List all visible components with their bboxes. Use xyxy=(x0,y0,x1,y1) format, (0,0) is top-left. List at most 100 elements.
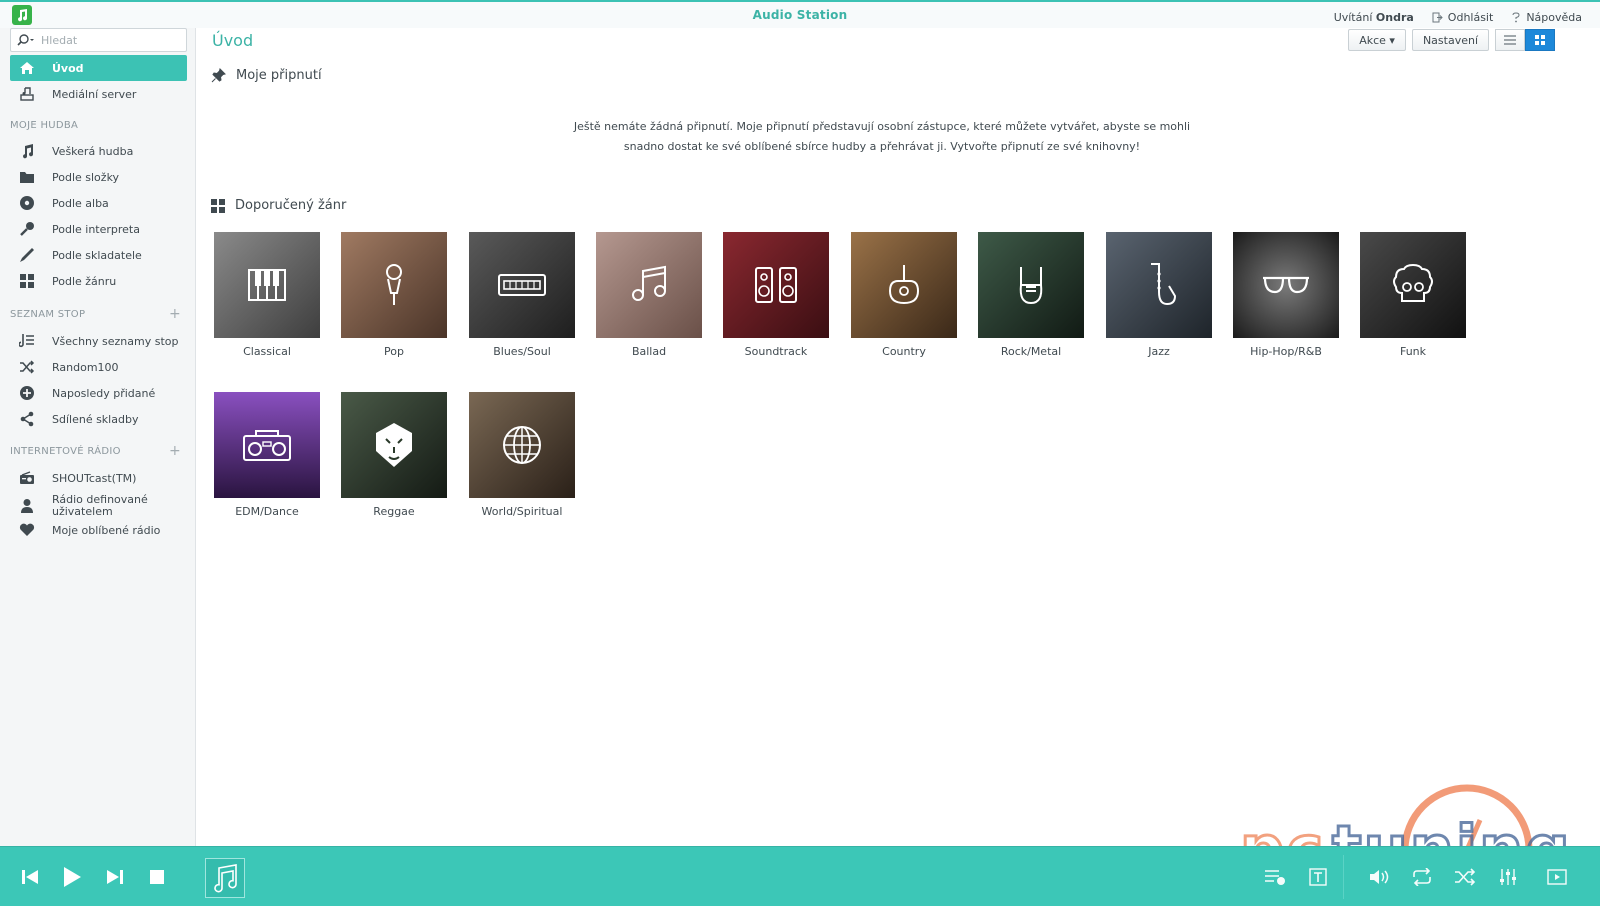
stop-button[interactable] xyxy=(145,865,169,889)
username: Ondra xyxy=(1375,11,1414,24)
sidebar-item-all-music[interactable]: Veškerá hudba xyxy=(10,138,187,164)
play-queue-button[interactable] xyxy=(1263,865,1287,889)
shuffle-icon xyxy=(18,358,36,376)
note-icon xyxy=(632,265,666,301)
next-button[interactable] xyxy=(103,865,127,889)
piano-icon xyxy=(248,269,286,301)
boombox-icon xyxy=(243,430,291,461)
logout-icon xyxy=(1432,12,1443,23)
repeat-button[interactable] xyxy=(1410,865,1434,889)
lyrics-button[interactable] xyxy=(1306,865,1330,889)
genre-thumb xyxy=(214,392,320,498)
next-icon xyxy=(107,870,123,884)
album-cover[interactable] xyxy=(205,858,245,898)
sidebar-item-by-genre[interactable]: Podle žánru xyxy=(10,268,187,294)
speakers-icon xyxy=(755,267,797,303)
genre-tile-jazz[interactable]: Jazz xyxy=(1106,232,1212,358)
section-playlists: SEZNAM STOP + xyxy=(10,306,181,322)
genre-label: Funk xyxy=(1399,345,1427,358)
sidebar-item-by-folder[interactable]: Podle složky xyxy=(10,164,187,190)
genres-header: Doporučený žánr xyxy=(211,198,346,213)
genre-tile-funk[interactable]: Funk xyxy=(1360,232,1466,358)
genre-tile-country[interactable]: Country xyxy=(851,232,957,358)
actions-button[interactable]: Akce ▾ xyxy=(1348,29,1406,51)
genre-label: Country xyxy=(882,345,926,358)
genre-label: EDM/Dance xyxy=(235,505,299,518)
grid-icon xyxy=(211,198,225,213)
music-note-icon xyxy=(214,864,237,893)
guitar-icon xyxy=(888,265,920,305)
genre-tile-ballad[interactable]: Ballad xyxy=(596,232,702,358)
genre-tile-rock-metal[interactable]: Rock/Metal xyxy=(978,232,1084,358)
saxophone-icon xyxy=(1151,263,1177,306)
sidebar-item-media-server[interactable]: Mediální server xyxy=(10,81,187,107)
search-icon xyxy=(17,34,34,46)
volume-button[interactable] xyxy=(1368,865,1392,889)
add-radio-button[interactable]: + xyxy=(169,444,181,458)
user-icon xyxy=(18,497,36,515)
equalizer-button[interactable] xyxy=(1496,865,1520,889)
media-server-icon xyxy=(18,85,36,103)
thumbnail-view-button[interactable] xyxy=(1525,29,1555,51)
genre-label: Blues/Soul xyxy=(493,345,551,358)
queue-icon xyxy=(1265,870,1285,885)
genre-tile-pop[interactable]: Pop xyxy=(341,232,447,358)
pen-icon xyxy=(18,246,36,264)
genre-thumb xyxy=(723,232,829,338)
settings-button[interactable]: Nastavení xyxy=(1411,29,1489,51)
globe-icon xyxy=(503,426,541,464)
sidebar-item-by-album[interactable]: Podle alba xyxy=(10,190,187,216)
music-note-icon xyxy=(18,142,36,160)
sidebar-item-random100[interactable]: Random100 xyxy=(10,354,187,380)
microphone-icon xyxy=(18,220,36,238)
sidebar-item-by-composer[interactable]: Podle skladatele xyxy=(10,242,187,268)
help-link[interactable]: Nápověda xyxy=(1511,11,1582,24)
genre-tile-hiphop-rnb[interactable]: Hip-Hop/R&B xyxy=(1233,232,1339,358)
main-content: Úvod Akce ▾ Nastavení Moje připnutí Ješt… xyxy=(197,28,1600,846)
view-toggle xyxy=(1495,29,1555,51)
genre-thumb xyxy=(978,232,1084,338)
previous-button[interactable] xyxy=(18,865,42,889)
page-title: Úvod xyxy=(212,31,254,50)
genre-thumb xyxy=(1233,232,1339,338)
genre-tile-reggae[interactable]: Reggae xyxy=(341,392,447,518)
mini-player-icon xyxy=(1547,869,1567,885)
sidebar-item-recently-added[interactable]: Naposledy přidané xyxy=(10,380,187,406)
mini-player-button[interactable] xyxy=(1545,865,1569,889)
add-playlist-button[interactable]: + xyxy=(169,307,181,321)
sidebar-item-shoutcast[interactable]: SHOUTcast(TM) xyxy=(10,465,187,491)
list-view-button[interactable] xyxy=(1495,29,1525,51)
share-icon xyxy=(18,410,36,428)
help-icon xyxy=(1512,12,1520,23)
search-input[interactable]: Hledat xyxy=(10,28,187,52)
sidebar-item-favorite-radio[interactable]: Moje oblíbené rádio xyxy=(10,517,187,543)
genre-tile-classical[interactable]: Classical xyxy=(214,232,320,358)
sidebar-item-home[interactable]: Úvod xyxy=(10,55,187,81)
genre-tile-soundtrack[interactable]: Soundtrack xyxy=(723,232,829,358)
genre-tile-edm-dance[interactable]: EDM/Dance xyxy=(214,392,320,518)
shuffle-button[interactable] xyxy=(1453,865,1477,889)
genre-tile-blues-soul[interactable]: Blues/Soul xyxy=(469,232,575,358)
genre-label: Reggae xyxy=(373,505,415,518)
title-bar: Audio Station Uvítání Ondra Odhlásit Náp… xyxy=(0,0,1600,28)
genre-thumb xyxy=(469,392,575,498)
mic-icon xyxy=(386,264,402,305)
shuffle-icon xyxy=(1455,868,1476,886)
sidebar-item-shared-songs[interactable]: Sdílené skladby xyxy=(10,406,187,432)
genre-thumb xyxy=(341,232,447,338)
genre-thumb xyxy=(851,232,957,338)
genre-thumb xyxy=(1360,232,1466,338)
play-button[interactable] xyxy=(60,865,84,889)
genre-tile-world-spiritual[interactable]: World/Spiritual xyxy=(469,392,575,518)
logout-link[interactable]: Odhlásit xyxy=(1432,11,1493,24)
genre-label: Soundtrack xyxy=(744,345,808,358)
sidebar-item-all-playlists[interactable]: Všechny seznamy stop xyxy=(10,328,187,354)
sidebar-item-by-artist[interactable]: Podle interpreta xyxy=(10,216,187,242)
section-internet-radio: INTERNETOVÉ RÁDIO + xyxy=(10,443,181,459)
afro-icon xyxy=(1393,263,1433,302)
genre-thumb xyxy=(214,232,320,338)
genre-label: Ballad xyxy=(631,345,667,358)
lyrics-icon xyxy=(1309,868,1327,886)
toolbar: Akce ▾ Nastavení xyxy=(1348,29,1555,51)
pin-icon xyxy=(211,68,226,83)
